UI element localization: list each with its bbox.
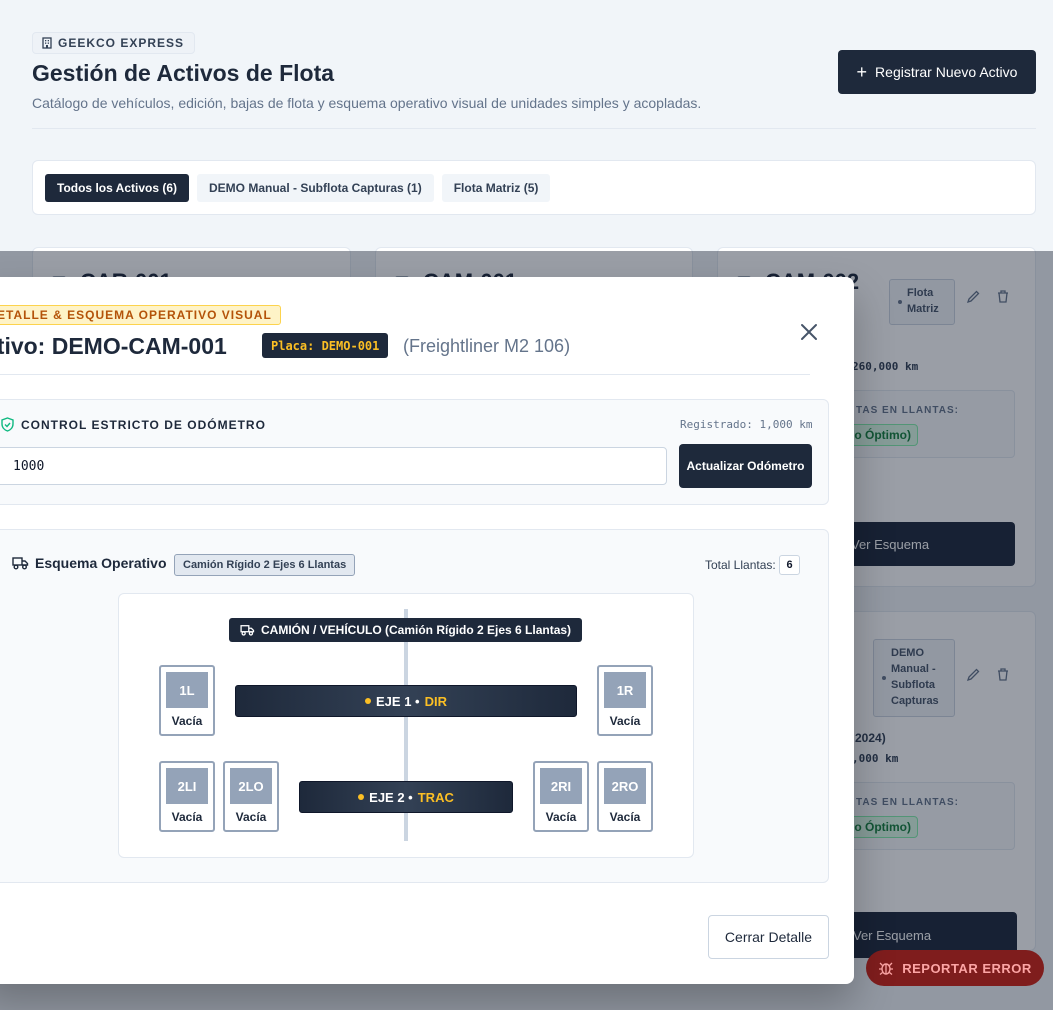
page-subtitle: Catálogo de vehículos, edición, bajas de…	[32, 95, 702, 111]
page-title: Gestión de Activos de Flota	[32, 60, 335, 86]
tire-position: 1R	[604, 672, 646, 708]
tire-position: 2RO	[604, 768, 646, 804]
modal-title: ctivo: DEMO-CAM-001	[0, 333, 227, 359]
tire-position: 2LI	[166, 768, 208, 804]
axle-label: EJE 2 •	[369, 789, 413, 805]
truck-icon	[12, 557, 29, 570]
modal-section-badge: ETALLE & ESQUEMA OPERATIVO VISUAL	[0, 305, 281, 325]
tire-slot-2ro[interactable]: 2RO Vacía	[597, 761, 653, 832]
tire-status: Vacía	[609, 810, 641, 824]
vehicle-label-text: CAMIÓN / VEHÍCULO (Camión Rígido 2 Ejes …	[261, 623, 572, 637]
building-icon	[42, 37, 52, 49]
header-divider	[32, 128, 1036, 129]
bug-icon	[879, 962, 894, 976]
register-asset-button[interactable]: + Registrar Nuevo Activo	[838, 50, 1036, 94]
total-tires-label: Total Llantas:	[705, 558, 776, 572]
tire-slot-1l[interactable]: 1L Vacía	[159, 665, 215, 736]
tire-status: Vacía	[609, 714, 641, 728]
odometer-heading: CONTROL ESTRICTO DE ODÓMETRO	[0, 417, 266, 432]
truck-icon	[240, 625, 255, 636]
tire-slot-1r[interactable]: 1R Vacía	[597, 665, 653, 736]
modal-divider	[0, 374, 810, 375]
update-odometer-button[interactable]: Actualizar Odómetro	[679, 444, 812, 488]
axle-code: TRAC	[417, 789, 454, 805]
axle-2: EJE 2 • TRAC	[299, 781, 513, 813]
tire-status: Vacía	[545, 810, 577, 824]
tab-demo-subfleet[interactable]: DEMO Manual - Subflota Capturas (1)	[197, 173, 434, 202]
register-asset-label: Registrar Nuevo Activo	[875, 64, 1018, 80]
axle-code: DIR	[424, 693, 447, 709]
tire-slot-2ri[interactable]: 2RI Vacía	[533, 761, 589, 832]
tire-position: 2RI	[540, 768, 582, 804]
asset-detail-modal: ETALLE & ESQUEMA OPERATIVO VISUAL ctivo:…	[0, 277, 854, 984]
odometer-heading-label: CONTROL ESTRICTO DE ODÓMETRO	[21, 417, 266, 432]
tab-all-assets[interactable]: Todos los Activos (6)	[45, 173, 190, 202]
schema-heading: Esquema Operativo	[12, 555, 167, 571]
plus-icon: +	[856, 62, 868, 82]
tire-status: Vacía	[171, 810, 203, 824]
brand-badge: GEEKCO EXPRESS	[32, 32, 196, 54]
total-tires-value: 6	[779, 555, 800, 575]
tire-position: 2LO	[230, 768, 272, 804]
plate-badge: Placa: DEMO-001	[262, 333, 389, 358]
axle-dot-icon	[358, 794, 365, 800]
fleet-tabs: Todos los Activos (6) DEMO Manual - Subf…	[32, 160, 1036, 215]
close-icon[interactable]	[798, 321, 820, 343]
tire-status: Vacía	[171, 714, 203, 728]
tire-slot-2li[interactable]: 2LI Vacía	[159, 761, 215, 832]
tire-position: 1L	[166, 672, 208, 708]
close-detail-button[interactable]: Cerrar Detalle	[708, 915, 829, 959]
tire-status: Vacía	[235, 810, 267, 824]
shield-check-icon	[1, 417, 14, 432]
vehicle-model: (Freightliner M2 106)	[403, 336, 571, 356]
report-error-button[interactable]: REPORTAR ERROR	[866, 950, 1044, 986]
vehicle-type-tag: Camión Rígido 2 Ejes 6 Llantas	[174, 554, 356, 576]
tire-slot-2lo[interactable]: 2LO Vacía	[223, 761, 279, 832]
axle-label: EJE 1 •	[376, 693, 420, 709]
axle-dot-icon	[365, 698, 372, 704]
tab-fleet-matrix[interactable]: Flota Matriz (5)	[441, 173, 551, 202]
axle-1: EJE 1 • DIR	[235, 685, 577, 717]
odometer-input[interactable]	[0, 447, 667, 485]
brand-name: GEEKCO EXPRESS	[58, 36, 185, 50]
vehicle-label: CAMIÓN / VEHÍCULO (Camión Rígido 2 Ejes …	[229, 618, 583, 642]
odometer-registered: Registrado: 1,000 km	[680, 418, 813, 431]
schema-heading-label: Esquema Operativo	[35, 555, 167, 571]
report-error-label: REPORTAR ERROR	[902, 960, 1032, 976]
